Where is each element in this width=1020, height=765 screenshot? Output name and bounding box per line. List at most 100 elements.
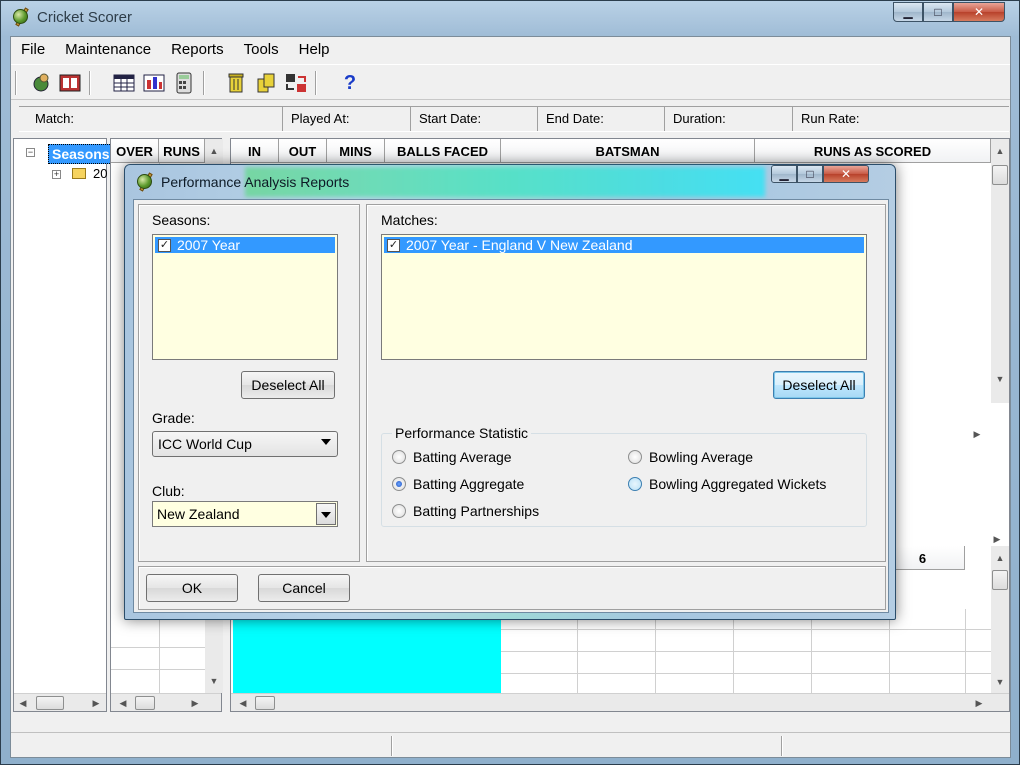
- radio-batting-partnerships[interactable]: Batting Partnerships: [392, 503, 539, 519]
- match-list-item[interactable]: ✓ 2007 Year - England V New Zealand: [384, 237, 864, 253]
- scroll-right-arrow-icon[interactable]: ▶: [971, 695, 987, 711]
- scroll-thumb[interactable]: [36, 696, 64, 710]
- radio-label: Batting Partnerships: [413, 503, 540, 519]
- scroll-down-arrow-icon[interactable]: ▼: [992, 371, 1008, 387]
- dialog-maximize-button[interactable]: □: [797, 165, 823, 183]
- seasons-list[interactable]: ✓ 2007 Year: [152, 234, 338, 360]
- scroll-right-arrow-icon[interactable]: ▶: [969, 426, 985, 442]
- column-header-runs[interactable]: RUNS: [159, 139, 205, 163]
- batting-vertical-scrollbar[interactable]: ▲ ▼: [991, 139, 1009, 403]
- dialog-close-button[interactable]: ✕: [823, 165, 869, 183]
- checkbox-checked-icon[interactable]: ✓: [387, 239, 400, 252]
- performance-analysis-dialog: Performance Analysis Reports ▁ □ ✕ Seaso…: [124, 164, 896, 620]
- grid-line: [811, 609, 812, 693]
- table-icon[interactable]: [113, 72, 135, 94]
- collapse-icon[interactable]: −: [26, 148, 35, 157]
- menu-maintenance[interactable]: Maintenance: [55, 41, 161, 58]
- tree-horizontal-scrollbar[interactable]: ◀ ▶: [14, 693, 106, 711]
- column-header-batsman[interactable]: BATSMAN: [501, 139, 755, 163]
- dropdown-arrow-icon[interactable]: [316, 503, 336, 525]
- start-date-label: Start Date:: [411, 107, 538, 131]
- radio-batting-average[interactable]: Batting Average: [392, 449, 512, 465]
- app-cricket-icon: [135, 172, 155, 192]
- scroll-up-arrow-icon[interactable]: ▲: [992, 550, 1008, 566]
- status-separator: [781, 736, 783, 756]
- overs-horizontal-scrollbar[interactable]: ◀ ▶: [111, 693, 221, 711]
- tree-item-season[interactable]: 20: [93, 166, 107, 181]
- scroll-up-arrow-icon[interactable]: ▲: [992, 143, 1008, 159]
- chart-icon[interactable]: [143, 72, 165, 94]
- scroll-right-arrow-icon[interactable]: ▶: [88, 695, 104, 711]
- end-date-label: End Date:: [538, 107, 665, 131]
- seasons-deselect-all-button[interactable]: Deselect All: [241, 371, 335, 399]
- column-header-runs-as-scored[interactable]: RUNS AS SCORED: [755, 139, 991, 163]
- radio-icon: [392, 504, 406, 518]
- column-header-mins[interactable]: MINS: [327, 139, 385, 163]
- menu-reports[interactable]: Reports: [161, 41, 234, 58]
- tree-root-seasons[interactable]: Seasons: [48, 144, 114, 164]
- batting-horizontal-scrollbar[interactable]: ◀ ▶: [231, 693, 1009, 711]
- calculator-icon[interactable]: [173, 72, 195, 94]
- radio-batting-aggregate[interactable]: Batting Aggregate: [392, 476, 524, 492]
- grade-label: Grade:: [152, 410, 195, 426]
- radio-label: Bowling Average: [649, 449, 754, 465]
- menu-tools[interactable]: Tools: [234, 41, 289, 58]
- bowling-vertical-scrollbar[interactable]: ▲ ▼: [991, 546, 1009, 693]
- grid-line: [111, 669, 205, 670]
- column-header-in[interactable]: IN: [231, 139, 279, 163]
- radio-bowling-aggregated-wickets[interactable]: Bowling Aggregated Wickets: [628, 476, 826, 492]
- help-icon[interactable]: ?: [339, 72, 361, 94]
- status-separator: [391, 736, 393, 756]
- grid-line: [655, 609, 656, 693]
- scroll-down-arrow-icon[interactable]: ▼: [992, 674, 1008, 690]
- scroll-down-arrow-icon[interactable]: ▼: [206, 673, 222, 689]
- scroll-left-arrow-icon[interactable]: ◀: [15, 695, 31, 711]
- toolbar: ?: [11, 64, 1010, 100]
- matches-list[interactable]: ✓ 2007 Year - England V New Zealand: [381, 234, 867, 360]
- radio-bowling-average[interactable]: Bowling Average: [628, 449, 753, 465]
- season-list-item[interactable]: ✓ 2007 Year: [155, 237, 335, 253]
- column-header-over[interactable]: OVER: [111, 139, 159, 163]
- club-dropdown[interactable]: New Zealand: [152, 501, 338, 527]
- grade-value: ICC World Cup: [158, 436, 252, 452]
- scoreboard-icon[interactable]: [59, 72, 81, 94]
- scroll-right-arrow-icon[interactable]: ▶: [187, 695, 203, 711]
- matches-deselect-all-button[interactable]: Deselect All: [773, 371, 865, 399]
- duration-label: Duration:: [665, 107, 793, 131]
- checkbox-checked-icon[interactable]: ✓: [158, 239, 171, 252]
- seasons-label: Seasons:: [152, 212, 211, 228]
- minimize-button[interactable]: ▁: [893, 2, 923, 22]
- bins-icon[interactable]: [255, 72, 277, 94]
- bin-icon[interactable]: [225, 72, 247, 94]
- expand-icon[interactable]: +: [52, 170, 61, 179]
- radio-label: Batting Aggregate: [413, 476, 525, 492]
- window-controls: ▁ □ ✕: [893, 2, 1005, 22]
- scroll-right-arrow-icon[interactable]: ▶: [989, 531, 1005, 547]
- scroll-thumb[interactable]: [255, 696, 275, 710]
- close-button[interactable]: ✕: [953, 2, 1005, 22]
- scroll-left-arrow-icon[interactable]: ◀: [115, 695, 131, 711]
- club-label: Club:: [152, 483, 185, 499]
- grade-dropdown[interactable]: ICC World Cup: [152, 431, 338, 457]
- scroll-thumb[interactable]: [135, 696, 155, 710]
- radio-icon: [392, 450, 406, 464]
- scroll-thumb[interactable]: [992, 165, 1008, 185]
- globe-player-icon[interactable]: [31, 72, 53, 94]
- column-header-out[interactable]: OUT: [279, 139, 327, 163]
- maximize-button[interactable]: □: [923, 2, 953, 22]
- cancel-button[interactable]: Cancel: [258, 574, 350, 602]
- dialog-minimize-button[interactable]: ▁: [771, 165, 797, 183]
- left-panel: Seasons: ✓ 2007 Year Deselect All Grade:…: [138, 204, 360, 562]
- menu-file[interactable]: File: [11, 41, 55, 58]
- scroll-thumb[interactable]: [992, 570, 1008, 590]
- ok-button[interactable]: OK: [146, 574, 238, 602]
- seasons-tree[interactable]: − Seasons + 20 ◀ ▶: [13, 138, 114, 712]
- radio-icon: [628, 450, 642, 464]
- scroll-left-arrow-icon[interactable]: ◀: [235, 695, 251, 711]
- club-value: New Zealand: [157, 506, 240, 522]
- column-header-balls-faced[interactable]: BALLS FACED: [385, 139, 501, 163]
- transfer-icon[interactable]: [285, 72, 307, 94]
- grid-line: [733, 609, 734, 693]
- scroll-up-arrow-icon[interactable]: ▲: [206, 143, 222, 159]
- menu-help[interactable]: Help: [289, 41, 340, 58]
